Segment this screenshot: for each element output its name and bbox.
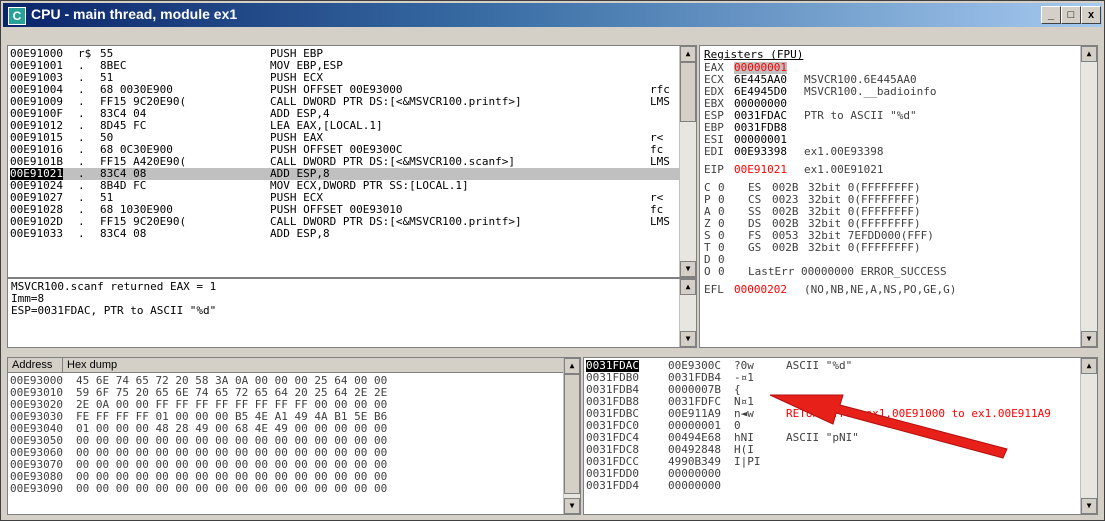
col-hex-dump[interactable]: Hex dump	[63, 358, 551, 372]
register-note: ex1.00E91021	[804, 163, 884, 176]
scroll-down-arrow-icon[interactable]: ▼	[564, 498, 580, 514]
stack-row[interactable]: 0031FDB0 0031FDB4 -¤1	[586, 372, 1081, 384]
disassembly-pane[interactable]: 00E91000 r$ 55 PUSH EBP 00E91001. 8BEC MOV EBP…	[7, 45, 697, 278]
register-row[interactable]: EDI 00E93398 ex1.00E93398	[704, 146, 1074, 158]
stack-row[interactable]: 0031FDBC 00E911A9 n◄w RETURN from ex1.00E91…	[586, 408, 1081, 420]
stack-scrollbar[interactable]: ▲ ▼	[1080, 358, 1097, 514]
dump-row[interactable]: 00E93090 00 00 00 00 00 00 00 00 00 00 00…	[10, 483, 560, 495]
segment-desc: 32bit 0(FFFFFFFF)	[808, 241, 921, 254]
register-name: EIP	[704, 163, 724, 176]
dump-header: Address Hex dump	[8, 358, 580, 373]
stack-comment: ASCII "%d"	[786, 359, 853, 372]
registers-title: Registers (FPU)	[704, 48, 804, 61]
scroll-down-arrow-icon[interactable]: ▼	[680, 331, 696, 347]
stack-ascii: I|PI	[734, 455, 761, 468]
disasm-row[interactable]: 00E91033. 83C4 08 ADD ESP,8	[10, 228, 680, 240]
flag-name: O	[704, 265, 711, 278]
disasm-side-note: LMS	[650, 95, 670, 108]
hex-dump-pane[interactable]: Address Hex dump 00E93000 45 6E 74 65 72 2…	[7, 357, 581, 515]
segment-name: GS	[748, 241, 762, 254]
scroll-down-arrow-icon[interactable]: ▼	[1081, 498, 1097, 514]
disasm-side-note: LMS	[650, 155, 670, 168]
register-value: 00000202	[734, 283, 787, 296]
app-icon: C	[8, 7, 26, 25]
minimize-button[interactable]: _	[1041, 6, 1061, 24]
scroll-thumb[interactable]	[680, 62, 696, 122]
scroll-up-arrow-icon[interactable]: ▲	[1081, 358, 1097, 374]
col-address[interactable]: Address	[8, 358, 63, 372]
register-list: EAX 00000001 ECX 6E445AA0 MSVCR100.6E445AA0 E…	[704, 62, 1074, 296]
disasm-side-note: LMS	[650, 215, 670, 228]
flag-value: 0	[718, 265, 725, 278]
stack-comment: ASCII "pNI"	[786, 431, 859, 444]
stack-row[interactable]: 0031FDCC 4990B349 I|PI	[586, 456, 1081, 468]
stack-comment: RETURN from ex1.00E91000 to ex1.00E911A9	[786, 407, 1051, 420]
stack-pane[interactable]: 0031FDAC 00E9300C ?0w ASCII "%d" 0031FDB0 003…	[583, 357, 1098, 515]
stack-row[interactable]: 0031FDD0 00000000	[586, 468, 1081, 480]
scroll-up-arrow-icon[interactable]: ▲	[1081, 46, 1097, 62]
stack-row[interactable]: 0031FDC4 00494E68 hNI ASCII "pNI"	[586, 432, 1081, 444]
close-button[interactable]: x	[1081, 6, 1101, 24]
register-note: MSVCR100.__badioinfo	[804, 85, 937, 98]
scroll-thumb[interactable]	[564, 374, 580, 494]
disasm-instruction: ADD ESP,8	[270, 227, 330, 240]
flag-row[interactable]: O 0 LastErr 00000000 ERROR_SUCCESS	[704, 266, 1074, 278]
title-bar[interactable]: C CPU - main thread, module ex1 _ □ x	[3, 3, 1102, 27]
register-value: 00E93398	[734, 145, 787, 158]
dump-address: 00E93090	[10, 482, 63, 495]
cpu-window: C CPU - main thread, module ex1 _ □ x 00…	[0, 0, 1105, 521]
scroll-up-arrow-icon[interactable]: ▲	[680, 46, 696, 62]
segment-desc: LastErr 00000000 ERROR_SUCCESS	[748, 265, 947, 278]
dump-hex: 00 00 00 00 00 00 00 00 00 00 00 00 00 0…	[76, 482, 388, 495]
stack-address: 0031FDD4	[586, 479, 639, 492]
stack-row[interactable]: 0031FDB4 0000007B{	[586, 384, 1081, 396]
register-name: EFL	[704, 283, 724, 296]
register-value: 00E91021	[734, 163, 787, 176]
stack-row[interactable]: 0031FDC8 00492848 H(I	[586, 444, 1081, 456]
disasm-hex: 83C4 08	[100, 227, 147, 240]
info-line-3: ESP=0031FDAC, PTR to ASCII "%d"	[11, 304, 217, 317]
register-note: ex1.00E93398	[804, 145, 884, 158]
disasm-scrollbar[interactable]: ▲ ▼	[679, 46, 696, 277]
register-note: (NO,NB,NE,A,NS,PO,GE,G)	[804, 283, 957, 296]
maximize-button[interactable]: □	[1061, 6, 1081, 24]
window-title: CPU - main thread, module ex1	[31, 6, 238, 22]
register-row-eip[interactable]: EIP 00E91021 ex1.00E91021	[704, 164, 1074, 176]
disasm-marker: .	[78, 227, 85, 240]
dump-scrollbar[interactable]: ▲ ▼	[563, 358, 580, 514]
scroll-up-arrow-icon[interactable]: ▲	[564, 358, 580, 374]
stack-row[interactable]: 0031FDAC 00E9300C ?0w ASCII "%d"	[586, 360, 1081, 372]
stack-value: 00000000	[668, 479, 721, 492]
stack-list: 0031FDAC 00E9300C ?0w ASCII "%d" 0031FDB0 003…	[586, 360, 1081, 492]
registers-pane[interactable]: Registers (FPU) EAX 00000001 ECX 6E445AA0 MS…	[699, 45, 1098, 348]
scroll-up-arrow-icon[interactable]: ▲	[680, 279, 696, 295]
info-pane[interactable]: MSVCR100.scanf returned EAX = 1 Imm=8 ES…	[7, 278, 697, 348]
scroll-down-arrow-icon[interactable]: ▼	[1081, 331, 1097, 347]
disasm-address: 00E91033	[10, 227, 63, 240]
scroll-down-arrow-icon[interactable]: ▼	[680, 261, 696, 277]
dump-list: 00E93000 45 6E 74 65 72 20 58 3A 0A 00 00…	[10, 375, 560, 495]
flag-row[interactable]: T 0 GS 002B 32bit 0(FFFFFFFF)	[704, 242, 1074, 254]
info-scrollbar[interactable]: ▲ ▼	[679, 279, 696, 347]
register-row-efl[interactable]: EFL 00000202 (NO,NB,NE,A,NS,PO,GE,G)	[704, 284, 1074, 296]
disassembly-list: 00E91000 r$ 55 PUSH EBP 00E91001. 8BEC MOV EBP…	[10, 48, 680, 240]
register-note: PTR to ASCII "%d"	[804, 109, 917, 122]
registers-scrollbar[interactable]: ▲ ▼	[1080, 46, 1097, 347]
register-name: EDI	[704, 145, 724, 158]
stack-row[interactable]: 0031FDD4 00000000	[586, 480, 1081, 492]
segment-value: 002B	[772, 241, 799, 254]
